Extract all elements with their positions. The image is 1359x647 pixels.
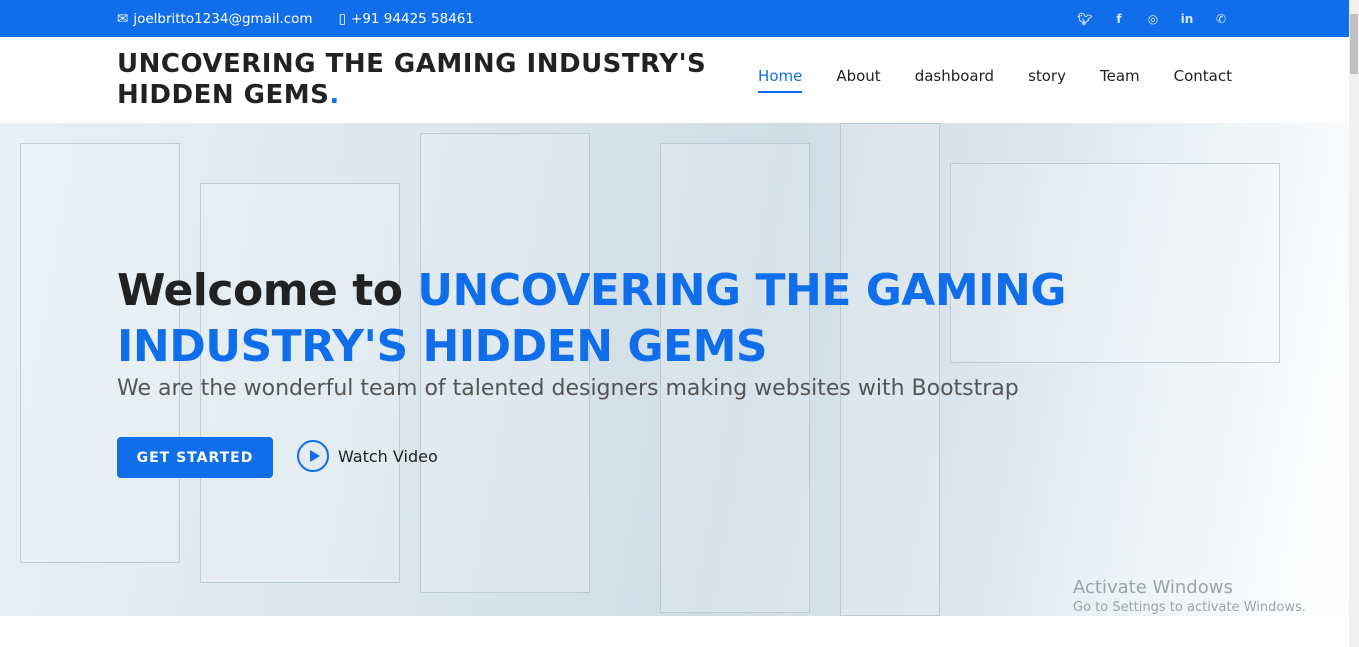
email-text: joelbritto1234@gmail.com (133, 10, 313, 27)
get-started-button[interactable]: GET STARTED (117, 437, 273, 478)
social-links: 🐦︎ f ◎ in ✆ (1077, 11, 1232, 27)
scrollbar[interactable] (1349, 0, 1359, 647)
watch-video-label: Watch Video (338, 446, 438, 466)
phone-text: +91 94425 58461 (351, 10, 474, 27)
logo[interactable]: UNCOVERING THE GAMING INDUSTRY'S HIDDEN … (117, 49, 737, 111)
top-bar: ✉ joelbritto1234@gmail.com ▯ +91 94425 584… (0, 0, 1349, 37)
watermark-line2: Go to Settings to activate Windows. (1073, 600, 1306, 615)
envelope-icon: ✉ (117, 10, 129, 27)
page: ✉ joelbritto1234@gmail.com ▯ +91 94425 584… (0, 0, 1349, 647)
contact-phone[interactable]: ▯ +91 94425 58461 (339, 11, 474, 27)
play-icon (297, 440, 329, 472)
logo-text: UNCOVERING THE GAMING INDUSTRY'S HIDDEN … (117, 49, 707, 110)
instagram-icon[interactable]: ◎ (1145, 11, 1161, 27)
contact-email[interactable]: ✉ joelbritto1234@gmail.com (117, 11, 313, 27)
scrollbar-thumb[interactable] (1350, 14, 1358, 74)
nav-story[interactable]: story (1028, 67, 1066, 93)
whatsapp-icon[interactable]: ✆ (1213, 11, 1229, 27)
logo-dot: . (329, 80, 340, 110)
watermark-line1: Activate Windows (1073, 577, 1233, 598)
nav-dashboard[interactable]: dashboard (915, 67, 994, 93)
nav-contact[interactable]: Contact (1174, 67, 1232, 93)
watch-video-button[interactable]: Watch Video (297, 440, 438, 472)
nav-home[interactable]: Home (758, 67, 803, 93)
facebook-icon[interactable]: f (1111, 11, 1127, 27)
linkedin-icon[interactable]: in (1179, 11, 1195, 27)
nav-about[interactable]: About (836, 67, 880, 93)
hero-title: Welcome to UNCOVERING THE GAMING INDUSTR… (117, 263, 1097, 375)
twitter-icon[interactable]: 🐦︎ (1077, 11, 1093, 27)
main-nav: Home About dashboard story Team Contact (758, 67, 1232, 93)
hero-title-prefix: Welcome to (117, 265, 418, 316)
header: UNCOVERING THE GAMING INDUSTRY'S HIDDEN … (0, 37, 1349, 123)
windows-activation-watermark: Activate Windows Go to Settings to activa… (1073, 577, 1306, 615)
hero-section: Welcome to UNCOVERING THE GAMING INDUSTR… (0, 123, 1349, 616)
phone-icon: ▯ (338, 10, 347, 27)
nav-team[interactable]: Team (1100, 67, 1140, 93)
hero-subtitle: We are the wonderful team of talented de… (117, 376, 1019, 401)
